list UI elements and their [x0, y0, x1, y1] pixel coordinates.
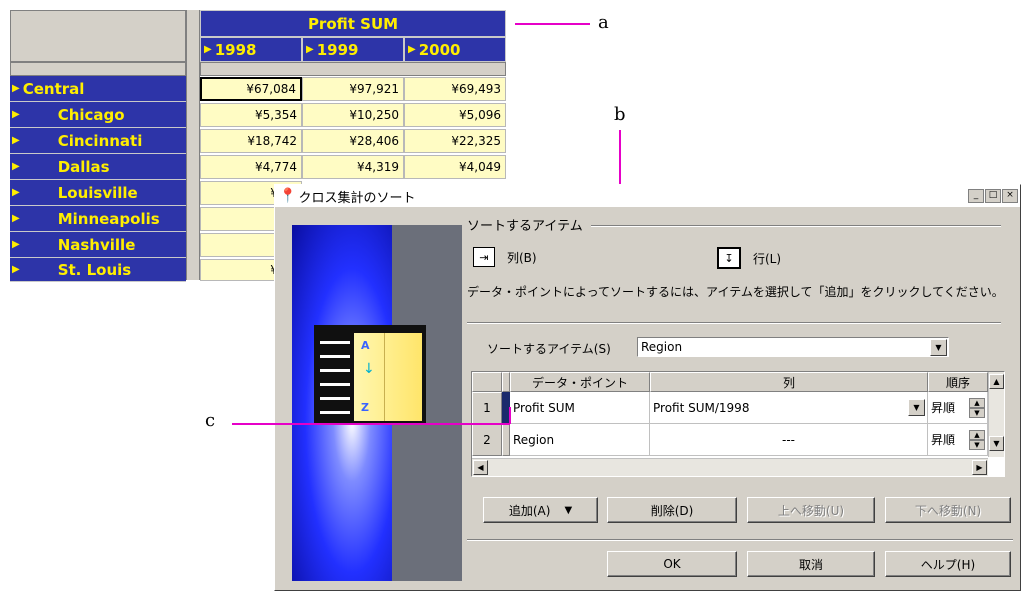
callout-line-c-layer — [232, 407, 511, 425]
callout-label-c: c — [205, 410, 216, 431]
